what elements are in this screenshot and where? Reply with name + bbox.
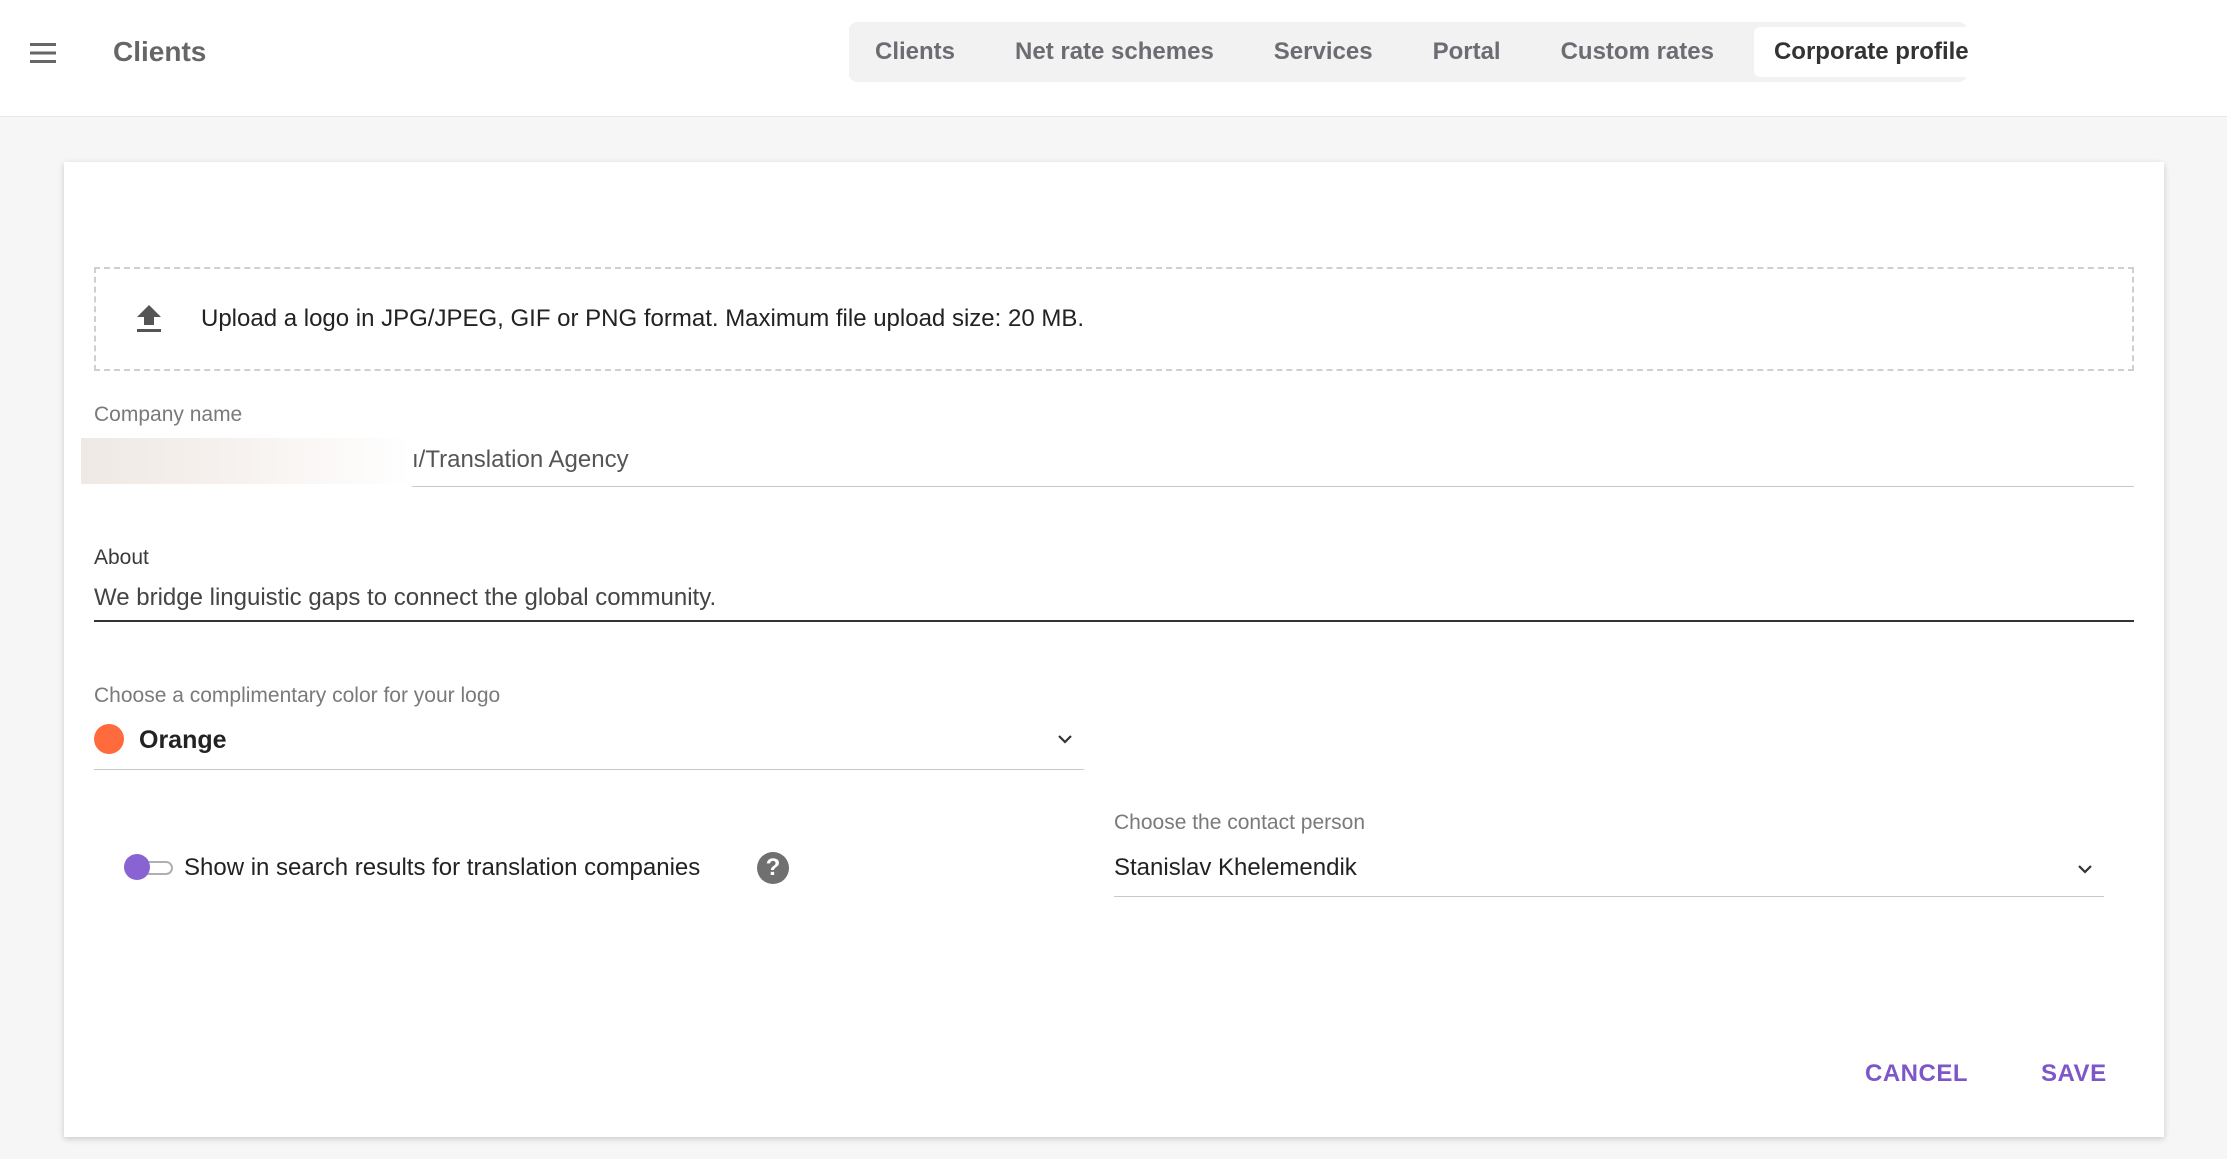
logo-upload-dropzone[interactable]: Upload a logo in JPG/JPEG, GIF or PNG fo… xyxy=(94,267,2134,371)
tab-corporate-profile[interactable]: Corporate profile xyxy=(1753,27,1989,77)
about-field[interactable]: We bridge linguistic gaps to connect the… xyxy=(94,580,2134,622)
menu-button[interactable] xyxy=(24,34,62,72)
tab-portal[interactable]: Portal xyxy=(1413,27,1521,77)
company-name-field[interactable]: ı/Translation Agency xyxy=(412,438,2134,487)
contact-person-value: Stanislav Khelemendik xyxy=(1114,854,1357,881)
cancel-button[interactable]: CANCEL xyxy=(1865,1060,1968,1088)
tab-services[interactable]: Services xyxy=(1254,27,1393,77)
redacted-region xyxy=(81,438,411,484)
chevron-down-icon xyxy=(1058,735,1072,744)
search-visibility-label: Show in search results for translation c… xyxy=(184,854,701,881)
tab-custom-rates[interactable]: Custom rates xyxy=(1541,27,1734,77)
contact-person-select[interactable]: Stanislav Khelemendik xyxy=(1114,844,2104,897)
contact-person-label: Choose the contact person xyxy=(1114,811,1365,834)
corporate-profile-card: Upload a logo in JPG/JPEG, GIF or PNG fo… xyxy=(64,162,2164,1137)
company-name-value: ı/Translation Agency xyxy=(412,446,629,473)
logo-color-value: Orange xyxy=(139,726,227,754)
company-name-label: Company name xyxy=(94,403,243,426)
toggle-knob xyxy=(124,854,150,880)
color-swatch xyxy=(94,724,124,754)
tab-clients[interactable]: Clients xyxy=(855,27,975,77)
chevron-down-icon xyxy=(2078,865,2092,874)
about-label: About xyxy=(94,546,149,569)
about-value: We bridge linguistic gaps to connect the… xyxy=(94,584,717,611)
search-visibility-toggle[interactable] xyxy=(123,853,175,883)
upload-instructions: Upload a logo in JPG/JPEG, GIF or PNG fo… xyxy=(201,305,1084,332)
tab-net-rate-schemes[interactable]: Net rate schemes xyxy=(995,27,1234,77)
save-button[interactable]: SAVE xyxy=(2041,1060,2107,1088)
page-title: Clients xyxy=(113,36,207,67)
hamburger-menu-icon xyxy=(30,43,56,63)
question-mark-icon[interactable]: ? xyxy=(757,852,789,884)
top-bar: Clients Clients Net rate schemes Service… xyxy=(0,0,2227,117)
tab-bar: Clients Net rate schemes Services Portal… xyxy=(849,22,1989,82)
upload-icon xyxy=(136,304,166,334)
logo-color-label: Choose a complimentary color for your lo… xyxy=(94,684,501,707)
logo-color-select[interactable]: Orange xyxy=(94,720,1084,770)
